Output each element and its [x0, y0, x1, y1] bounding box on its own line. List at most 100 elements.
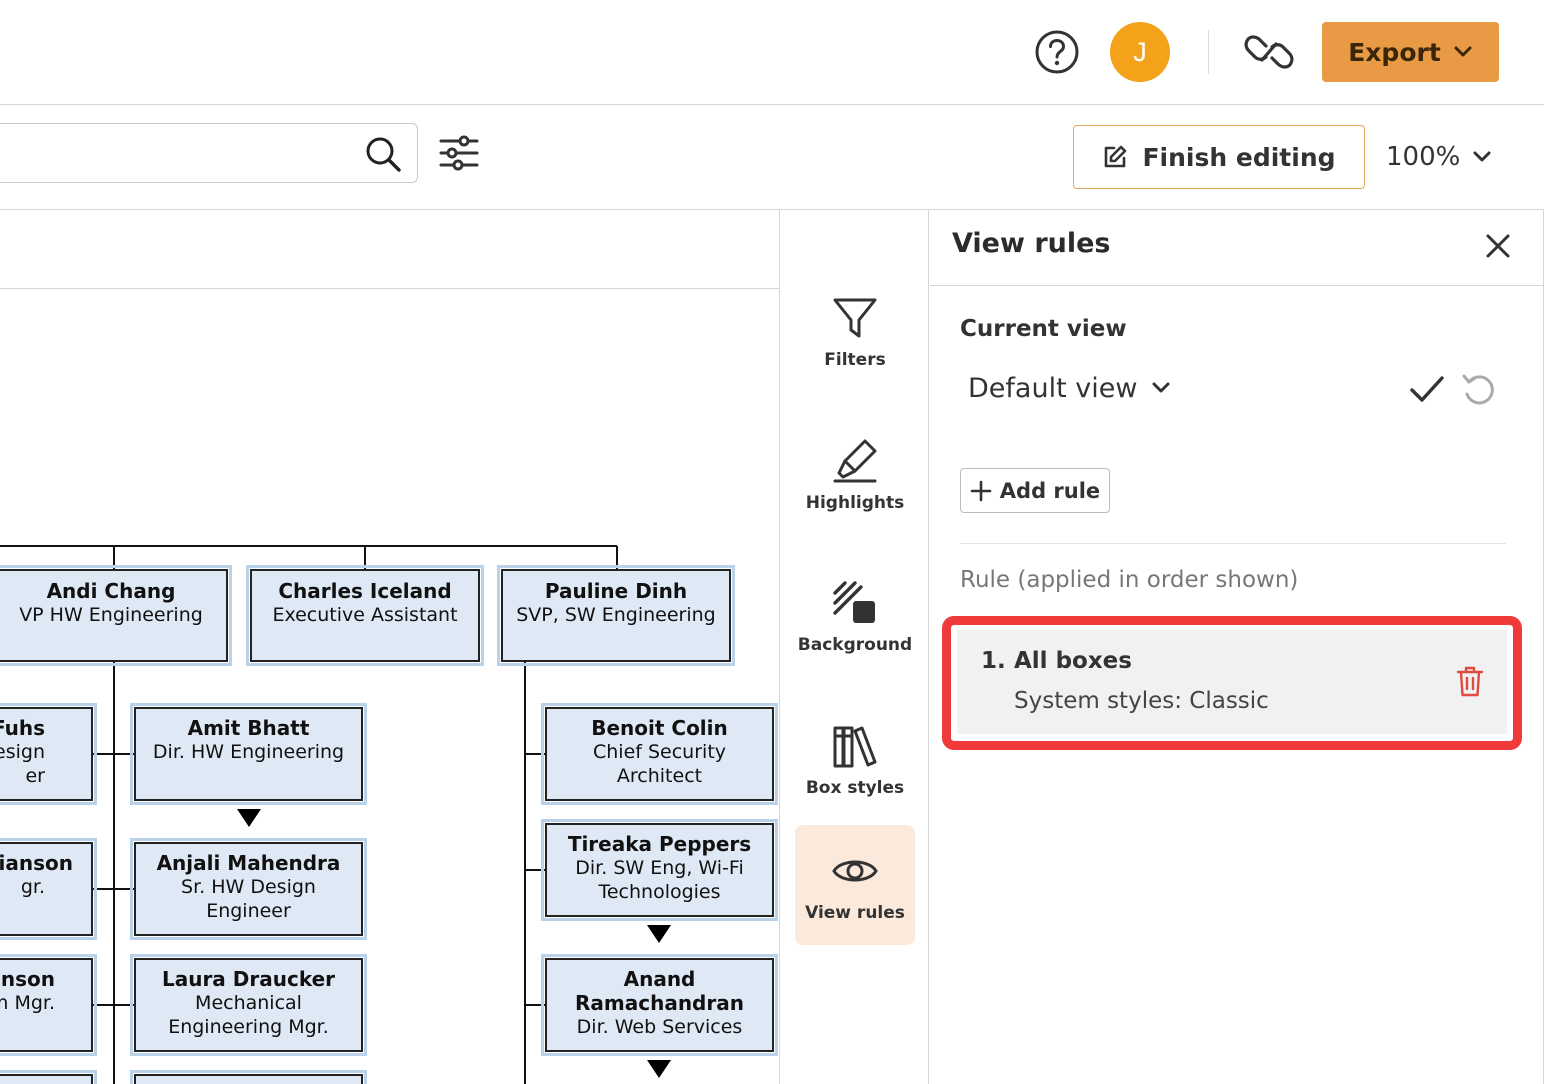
- node-title: m Mgr.: [0, 992, 55, 1014]
- rail-label: Background: [797, 635, 913, 655]
- panel-title: View rules: [952, 228, 1111, 259]
- node-name: Tireaka Peppers: [567, 832, 752, 856]
- rail-label: View rules: [805, 903, 905, 923]
- node-name: tianson: [0, 851, 73, 875]
- funnel-icon: [833, 298, 877, 338]
- rule-item[interactable]: 1. All boxes System styles: Classic: [957, 630, 1507, 734]
- edit-icon: [1105, 145, 1127, 168]
- org-node[interactable]: nson m Mgr.: [0, 954, 97, 1056]
- node-title: SVP, SW Engineering: [516, 604, 716, 626]
- finish-editing-button[interactable]: Finish editing: [1073, 125, 1365, 189]
- view-rules-panel: View rules Current view Default view Add…: [930, 210, 1544, 1084]
- user-avatar[interactable]: J: [1110, 22, 1170, 82]
- rail-label: Filters: [824, 350, 886, 370]
- collapse-arrow: [237, 809, 261, 827]
- plus-icon: [970, 480, 992, 501]
- help-icon[interactable]: [1034, 29, 1080, 75]
- finish-editing-label: Finish editing: [1142, 142, 1336, 172]
- org-node[interactable]: Fuhs esign er: [0, 703, 97, 805]
- chevron-down-icon: [1454, 46, 1472, 57]
- node-title: VP HW Engineering: [19, 604, 203, 626]
- chevron-down-icon: [1473, 151, 1491, 162]
- node-title: Mechanical: [195, 992, 302, 1014]
- node-title: Executive Assistant: [272, 604, 458, 626]
- add-rule-label: Add rule: [999, 478, 1101, 503]
- rail-background[interactable]: Background: [795, 557, 915, 677]
- chevron-down-icon: [1152, 382, 1170, 393]
- rule-number: 1.: [981, 648, 1006, 674]
- background-icon: [833, 581, 875, 623]
- org-node[interactable]: [0, 1070, 97, 1084]
- node-name: Andi Chang: [46, 579, 176, 603]
- node-name: Pauline Dinh: [544, 579, 688, 603]
- rule-description: System styles: Classic: [1014, 688, 1269, 714]
- node-title: Architect: [616, 765, 703, 787]
- current-view-value: Default view: [968, 372, 1138, 404]
- zoom-level: 100%: [1386, 142, 1461, 172]
- filter-settings-icon[interactable]: [438, 132, 480, 174]
- node-title: Dir. SW Eng, Wi-Fi: [575, 857, 744, 879]
- org-node[interactable]: Charles Iceland Executive Assistant: [246, 565, 484, 666]
- rule-hint: Rule (applied in order shown): [960, 567, 1299, 593]
- org-node[interactable]: Anjali Mahendra Sr. HW Design Engineer: [130, 838, 367, 940]
- node-name: Fuhs: [0, 716, 45, 740]
- org-node[interactable]: Tireaka Peppers Dir. SW Eng, Wi-Fi Techn…: [541, 819, 778, 921]
- rail-view-rules[interactable]: View rules: [795, 825, 915, 945]
- node-title: esign: [0, 741, 45, 763]
- org-node[interactable]: tianson gr.: [0, 838, 97, 940]
- rail-highlights[interactable]: Highlights: [795, 415, 915, 535]
- check-icon[interactable]: [1408, 370, 1446, 408]
- org-node[interactable]: Benoit Colin Chief Security Architect: [541, 703, 778, 805]
- trash-icon[interactable]: [1455, 664, 1485, 698]
- org-node[interactable]: [130, 1070, 367, 1084]
- node-name: Amit Bhatt: [187, 716, 310, 740]
- books-icon: [833, 726, 877, 768]
- node-name: Anand: [623, 967, 696, 991]
- add-rule-button[interactable]: Add rule: [960, 468, 1110, 513]
- export-button[interactable]: Export: [1322, 22, 1499, 82]
- org-node[interactable]: Anand Ramachandran Dir. Web Services: [541, 954, 778, 1056]
- current-view-label: Current view: [960, 316, 1127, 342]
- close-icon[interactable]: [1482, 230, 1514, 262]
- export-label: Export: [1348, 37, 1441, 67]
- node-name: Laura Draucker: [161, 967, 336, 991]
- toolbar: Finish editing 100%: [0, 105, 1544, 210]
- rail-label: Box styles: [805, 778, 905, 798]
- rule-name: All boxes: [1014, 648, 1132, 674]
- node-title: Dir. HW Engineering: [152, 741, 345, 763]
- node-name: Benoit Colin: [591, 716, 728, 740]
- top-bar: J Export: [0, 0, 1544, 105]
- current-view-select[interactable]: Default view: [968, 368, 1171, 408]
- avatar-initial: J: [1133, 36, 1147, 67]
- org-chart-canvas[interactable]: Andi Chang VP HW Engineering Charles Ice…: [0, 210, 780, 1084]
- highlighter-icon: [833, 439, 877, 483]
- search-icon[interactable]: [363, 134, 403, 174]
- node-name: Ramachandran: [575, 991, 744, 1015]
- eye-icon: [832, 860, 878, 882]
- link-icon[interactable]: [1244, 30, 1294, 74]
- zoom-select[interactable]: 100%: [1386, 135, 1492, 179]
- undo-icon[interactable]: [1460, 370, 1498, 408]
- rail-label: Highlights: [805, 493, 905, 513]
- divider: [1208, 30, 1209, 74]
- side-toolbar: Filters Highlights Background Box styles…: [781, 210, 929, 1084]
- rail-box-styles[interactable]: Box styles: [795, 700, 915, 820]
- node-title: gr.: [20, 876, 45, 898]
- org-node[interactable]: Andi Chang VP HW Engineering: [0, 565, 232, 666]
- org-node[interactable]: Pauline Dinh SVP, SW Engineering: [497, 565, 735, 666]
- node-name: Anjali Mahendra: [156, 851, 341, 875]
- node-title: Engineering Mgr.: [168, 1016, 329, 1038]
- node-name: nson: [0, 967, 55, 991]
- node-title: Chief Security: [592, 741, 727, 763]
- node-title: Technologies: [598, 881, 721, 903]
- org-node[interactable]: Amit Bhatt Dir. HW Engineering: [130, 703, 367, 805]
- search-input[interactable]: [0, 123, 418, 183]
- node-title: Engineer: [206, 900, 291, 922]
- node-name: Charles Iceland: [278, 579, 452, 603]
- org-node[interactable]: Laura Draucker Mechanical Engineering Mg…: [130, 954, 367, 1056]
- divider: [960, 543, 1506, 544]
- node-title: Sr. HW Design: [181, 876, 316, 898]
- node-title: Dir. Web Services: [576, 1016, 743, 1038]
- rail-filters[interactable]: Filters: [795, 272, 915, 392]
- node-title: er: [25, 765, 45, 787]
